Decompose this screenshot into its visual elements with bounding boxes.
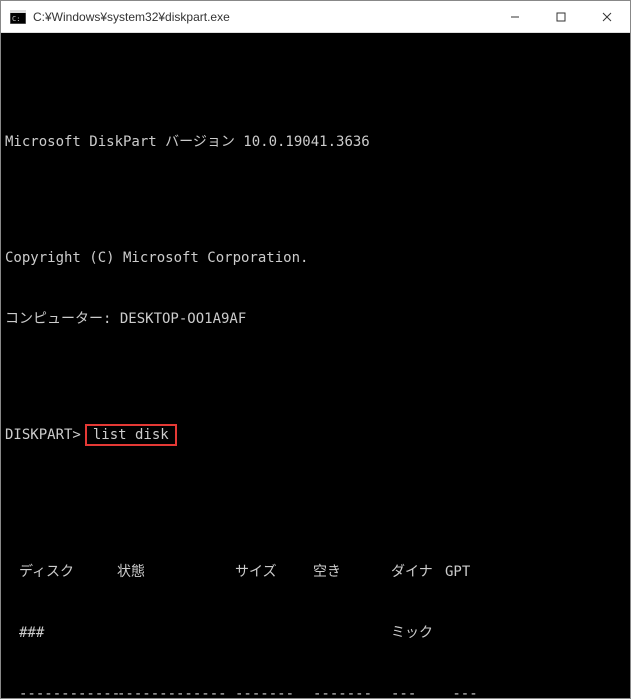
copyright-line: Copyright (C) Microsoft Corporation. [5,248,626,268]
version-line: Microsoft DiskPart バージョン 10.0.19041.3636 [5,132,626,152]
svg-text:C:: C: [12,15,20,23]
maximize-button[interactable] [538,1,584,32]
cmd-icon: C: [9,8,27,26]
minimize-button[interactable] [492,1,538,32]
header-disk-hash: ### [5,623,117,643]
header-status: 状態 [117,562,235,582]
header-size: サイズ [235,562,313,582]
window-frame: C: C:¥Windows¥system32¥diskpart.exe Micr… [0,0,631,699]
window-title: C:¥Windows¥system32¥diskpart.exe [33,10,492,24]
header-gpt: GPT [445,562,485,582]
header-dyn-top: ダイナ [391,562,445,582]
header-disk: ディスク [5,562,117,582]
table-header-row1: ディスク 状態 サイズ 空き ダイナ GPT [5,562,626,582]
terminal-area[interactable]: Microsoft DiskPart バージョン 10.0.19041.3636… [1,33,630,698]
table-header-row2: ### ミック [5,623,626,643]
table-divider: ------------ ------------- ------- -----… [5,684,626,699]
close-button[interactable] [584,1,630,32]
titlebar: C: C:¥Windows¥system32¥diskpart.exe [1,1,630,33]
computer-line: コンピューター: DESKTOP-OO1A9AF [5,309,626,329]
header-dyn-bottom: ミック [391,623,445,643]
cmd-list-disk: list disk [85,424,177,446]
prompt-line: DISKPART>list disk [5,424,626,446]
header-free: 空き [313,562,391,582]
prompt: DISKPART> [5,427,81,443]
